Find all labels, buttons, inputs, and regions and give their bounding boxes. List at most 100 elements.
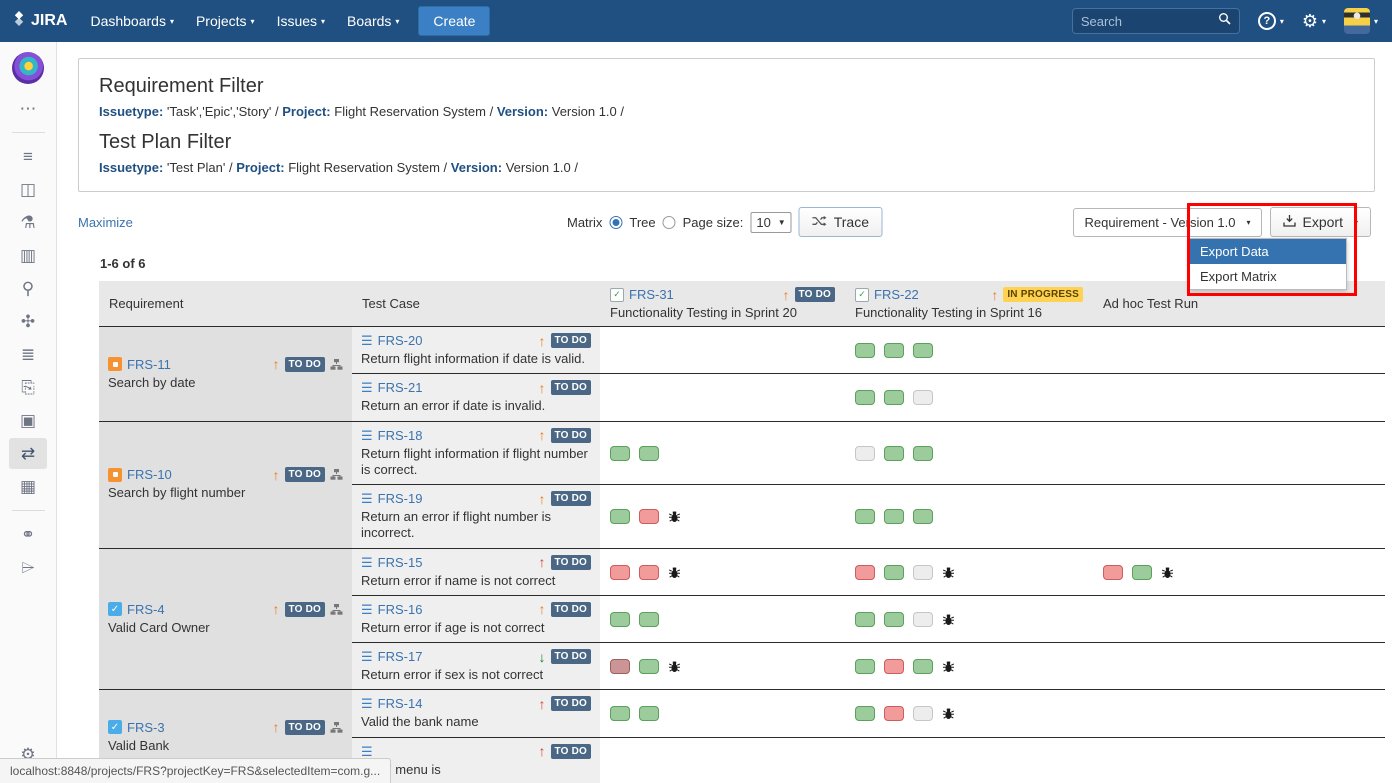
nav-dashboards[interactable]: Dashboards▾: [79, 0, 185, 43]
test-run-square-green[interactable]: [855, 612, 875, 627]
test-run-square-green[interactable]: [913, 509, 933, 524]
test-run-square-green[interactable]: [913, 446, 933, 461]
test-run-square-green[interactable]: [884, 509, 904, 524]
test-run-square-green[interactable]: [855, 390, 875, 405]
test-plan-key-link[interactable]: FRS-22: [874, 287, 919, 302]
test-run-square-green[interactable]: [855, 343, 875, 358]
bug-icon[interactable]: [668, 566, 681, 579]
test-run-square-green[interactable]: [610, 706, 630, 721]
summary-icon[interactable]: ≣: [9, 339, 47, 370]
reports-icon[interactable]: ▥: [9, 240, 47, 271]
hierarchy-icon[interactable]: [330, 469, 343, 480]
test-run-square-green[interactable]: [884, 612, 904, 627]
test-run-square-green[interactable]: [884, 343, 904, 358]
export-button[interactable]: Export▾: [1270, 207, 1371, 237]
test-run-square-green[interactable]: [913, 343, 933, 358]
jira-logo[interactable]: JIRA: [12, 11, 67, 31]
megaphone-icon[interactable]: ⌲: [9, 552, 47, 583]
bug-icon[interactable]: [942, 707, 955, 720]
nav-boards[interactable]: Boards▾: [336, 0, 410, 43]
test-run-square-green[interactable]: [610, 612, 630, 627]
nav-projects[interactable]: Projects▾: [185, 0, 266, 43]
test-run-square-green[interactable]: [610, 509, 630, 524]
test-run-square-red[interactable]: [639, 509, 659, 524]
hierarchy-icon[interactable]: [330, 604, 343, 615]
components-icon[interactable]: ✣: [9, 306, 47, 337]
search-icon[interactable]: [1218, 12, 1231, 30]
media-icon[interactable]: ▦: [9, 471, 47, 502]
menu-item-export-matrix[interactable]: Export Matrix: [1190, 264, 1346, 289]
create-button[interactable]: Create: [418, 6, 490, 36]
test-run-square-red[interactable]: [855, 565, 875, 580]
issue-key-link[interactable]: FRS-11: [127, 357, 171, 372]
bug-icon[interactable]: [668, 510, 681, 523]
chevron-down-icon: ▾: [170, 17, 174, 26]
test-run-square-gray[interactable]: [913, 565, 933, 580]
admin-menu[interactable]: ⚙▾: [1302, 12, 1326, 30]
issue-key-link[interactable]: FRS-15: [378, 555, 423, 570]
issues-search-icon[interactable]: ⚲: [9, 273, 47, 304]
project-avatar[interactable]: [12, 52, 44, 84]
bug-icon[interactable]: [942, 566, 955, 579]
test-run-square-red[interactable]: [884, 706, 904, 721]
profile-card-icon[interactable]: ▣: [9, 405, 47, 436]
nav-issues[interactable]: Issues▾: [266, 0, 336, 43]
traceability-icon[interactable]: ⇄: [9, 438, 47, 469]
test-run-square-green[interactable]: [884, 390, 904, 405]
test-run-square-red[interactable]: [639, 565, 659, 580]
test-run-square-red[interactable]: [1103, 565, 1123, 580]
issue-key-link[interactable]: FRS-17: [378, 649, 423, 664]
issue-key-link[interactable]: FRS-4: [127, 602, 165, 617]
test-run-square-green[interactable]: [884, 565, 904, 580]
test-run-square-green[interactable]: [639, 446, 659, 461]
issue-key-link[interactable]: FRS-14: [378, 696, 423, 711]
test-run-square-green[interactable]: [1132, 565, 1152, 580]
test-run-square-darkred[interactable]: [610, 659, 630, 674]
tree-radio[interactable]: [663, 216, 676, 229]
test-run-square-green[interactable]: [884, 446, 904, 461]
hierarchy-icon[interactable]: [330, 359, 343, 370]
maximize-link[interactable]: Maximize: [78, 215, 133, 230]
pages-icon[interactable]: ⎘: [9, 372, 47, 403]
link-icon[interactable]: ⚭: [9, 519, 47, 550]
backlog-icon[interactable]: ≡: [9, 141, 47, 172]
board-icon[interactable]: ◫: [9, 174, 47, 205]
issue-key-link[interactable]: FRS-18: [378, 428, 423, 443]
test-run-square-green[interactable]: [855, 706, 875, 721]
user-menu[interactable]: ▾: [1344, 8, 1378, 34]
issue-key-link[interactable]: FRS-16: [378, 602, 423, 617]
test-run-square-green[interactable]: [913, 659, 933, 674]
issue-key-link[interactable]: FRS-10: [127, 467, 172, 482]
test-run-square-green[interactable]: [610, 446, 630, 461]
test-run-square-red[interactable]: [884, 659, 904, 674]
test-run-square-gray[interactable]: [855, 446, 875, 461]
test-run-square-green[interactable]: [855, 659, 875, 674]
test-run-square-green[interactable]: [639, 659, 659, 674]
test-run-square-gray[interactable]: [913, 706, 933, 721]
requirement-version-dropdown[interactable]: Requirement - Version 1.0▾: [1073, 208, 1261, 237]
menu-item-export-data[interactable]: Export Data: [1190, 239, 1346, 264]
test-run-square-green[interactable]: [855, 509, 875, 524]
hierarchy-icon[interactable]: [330, 722, 343, 733]
issue-key-link[interactable]: FRS-20: [378, 333, 423, 348]
bug-icon[interactable]: [1161, 566, 1174, 579]
test-run-square-green[interactable]: [639, 706, 659, 721]
test-run-square-green[interactable]: [639, 612, 659, 627]
help-menu[interactable]: ?▾: [1258, 12, 1284, 30]
test-run-square-red[interactable]: [610, 565, 630, 580]
releases-icon[interactable]: ⚗: [9, 207, 47, 238]
matrix-radio[interactable]: [609, 216, 622, 229]
trace-button[interactable]: Trace: [799, 207, 882, 237]
more-options-icon[interactable]: ⋯: [9, 93, 47, 124]
test-plan-key-link[interactable]: FRS-31: [629, 287, 674, 302]
page-size-select[interactable]: 10▼: [750, 212, 791, 233]
bug-icon[interactable]: [942, 613, 955, 626]
test-run-square-gray[interactable]: [913, 390, 933, 405]
issue-key-link[interactable]: FRS-3: [127, 720, 165, 735]
search-input[interactable]: [1081, 14, 1218, 29]
test-run-square-gray[interactable]: [913, 612, 933, 627]
bug-icon[interactable]: [942, 660, 955, 673]
issue-key-link[interactable]: FRS-19: [378, 491, 423, 506]
bug-icon[interactable]: [668, 660, 681, 673]
issue-key-link[interactable]: FRS-21: [378, 380, 423, 395]
